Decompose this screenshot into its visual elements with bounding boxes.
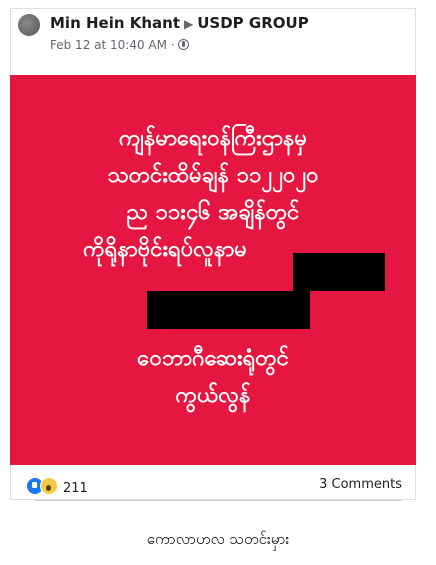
post-author-line: Min Hein Khant ▶ USDP GROUP bbox=[50, 14, 309, 32]
image-text-line: ၀ေဘာဂီဆေးရုံတွင် bbox=[137, 346, 289, 371]
post-header: Min Hein Khant ▶ USDP GROUP Feb 12 at 10:4… bbox=[18, 10, 398, 60]
redaction-box bbox=[147, 291, 310, 329]
author-name[interactable]: Min Hein Khant bbox=[50, 14, 180, 32]
globe-icon bbox=[177, 39, 189, 50]
comments-link[interactable]: 3 Comments bbox=[319, 477, 402, 492]
caption: ကောလာဟလ သတင်းမှား bbox=[146, 530, 290, 548]
post-meta: Feb 12 at 10:40 AM · bbox=[50, 38, 189, 52]
reaction-count: 211 bbox=[63, 481, 88, 496]
reactions-summary[interactable]: 211 bbox=[26, 477, 88, 496]
avatar[interactable] bbox=[18, 14, 40, 36]
post-timestamp[interactable]: Feb 12 at 10:40 AM bbox=[50, 38, 167, 52]
image-text-line: ည ၁၁း၄၆ အချိန်တွင် bbox=[126, 200, 300, 225]
redaction-box bbox=[293, 253, 385, 291]
image-text-line: သတင်းထိမ်ချန် ၁၁၂၂၀၂၀ bbox=[107, 163, 319, 188]
wow-icon bbox=[40, 477, 58, 495]
arrow-right-icon: ▶ bbox=[184, 17, 194, 31]
divider bbox=[35, 500, 402, 501]
group-name[interactable]: USDP GROUP bbox=[197, 14, 308, 32]
image-text-line: ကျန်မာရေး၀န်ကြီးဌာနမှ bbox=[119, 126, 307, 151]
meta-separator: · bbox=[170, 38, 175, 52]
image-text-line: ကွယ်လွန် bbox=[175, 383, 251, 408]
post-image[interactable]: ကျန်မာရေး၀န်ကြီးဌာနမှ သတင်းထိမ်ချန် ၁၁၂၂… bbox=[10, 75, 416, 465]
